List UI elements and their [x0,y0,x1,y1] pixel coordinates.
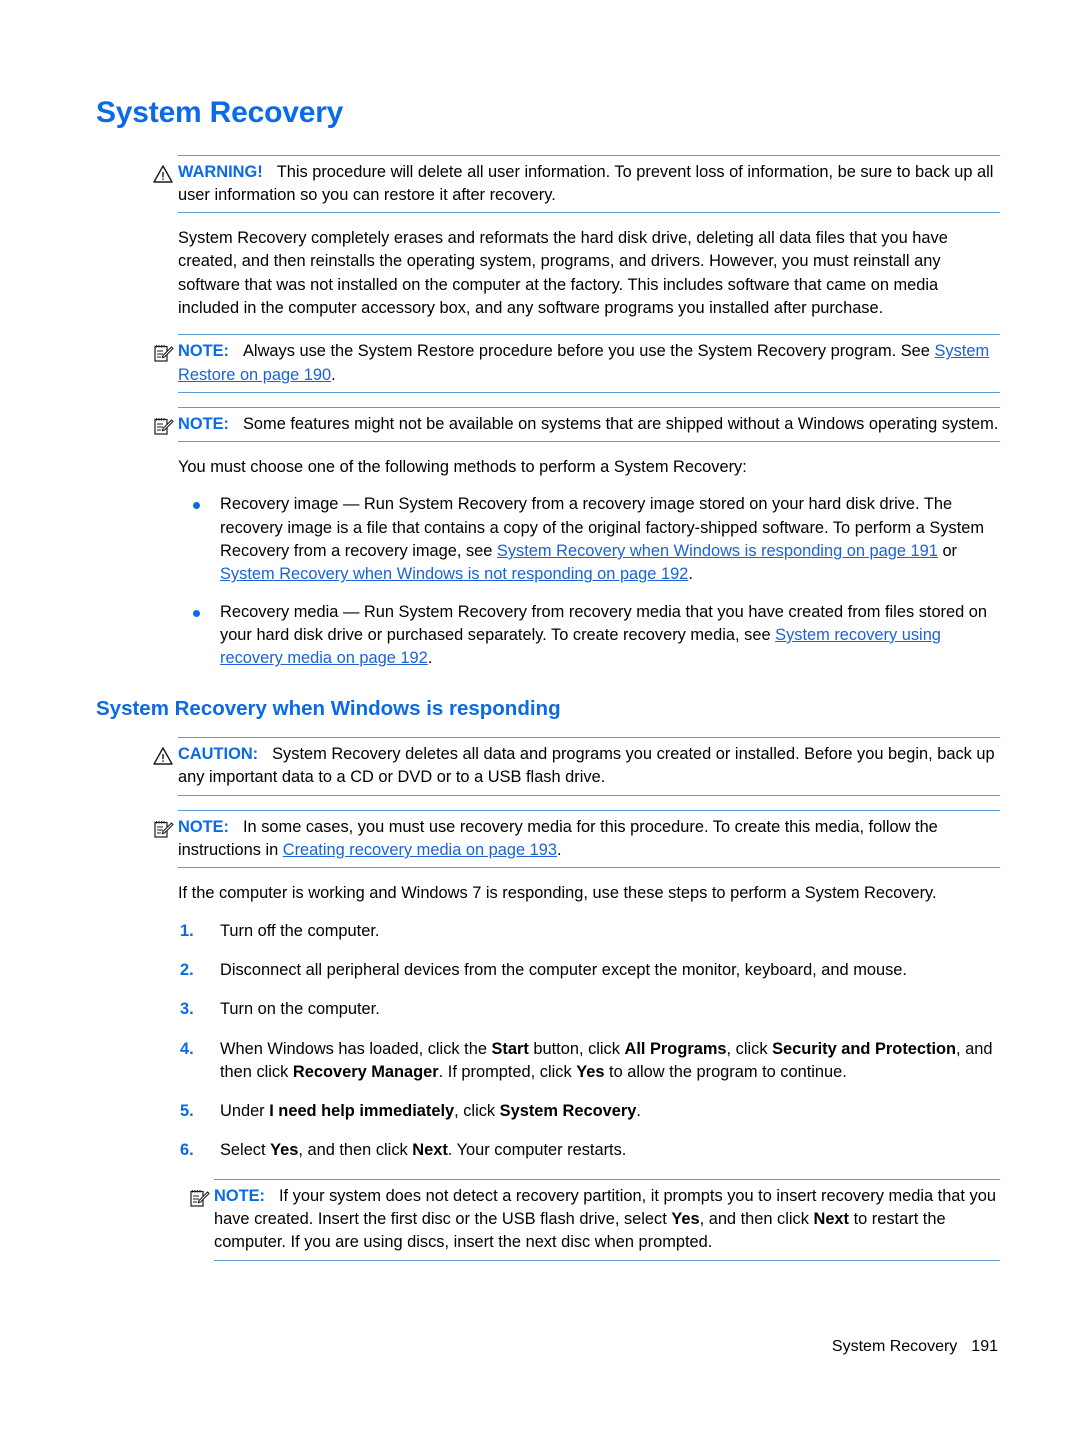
note-pad-icon [188,1187,210,1209]
caution-notice: CAUTION: System Recovery deletes all data… [153,737,1000,796]
note-system-restore: NOTE: Always use the System Restore proce… [154,334,1000,393]
step-bold-next: Next [412,1141,448,1160]
document-page: System Recovery WARNING! This procedure w… [0,0,1080,1437]
footer-title: System Recovery [831,1338,958,1355]
caution-label: CAUTION: [178,745,259,764]
note-label: NOTE: [178,342,229,361]
step-text: , click [726,1039,773,1058]
step-number: 5. [180,1102,194,1121]
warning-notice: WARNING! This procedure will delete all u… [153,154,1000,214]
section-heading: System Recovery when Windows is respondi… [96,696,561,720]
step-text: Turn on the computer. [220,1000,380,1019]
warning-label: WARNING! [178,162,263,181]
note-pad-icon [152,818,174,840]
note-bold-next: Next [813,1210,850,1228]
bullet-dot-icon [193,609,200,617]
bullet-dot-icon [193,502,200,510]
page-content: System Recovery WARNING! This procedure w… [96,96,1000,1275]
note-text-after: . [331,365,336,384]
note-features-body: NOTE: Some features might not be availabl… [178,413,1000,436]
note-pad-icon [152,342,174,364]
note-system-restore-body: NOTE: Always use the System Restore proce… [178,340,1000,387]
step-text: . If prompted, click [438,1062,577,1081]
caution-notice-body: CAUTION: System Recovery deletes all data… [178,743,1000,790]
list-item: 2. Disconnect all peripheral devices fro… [96,959,1000,982]
note-recovery-partition: NOTE: If your system does not detect a re… [190,1178,1000,1261]
methods-list: Recovery image — Run System Recovery fro… [96,493,1000,670]
link-recovery-responding[interactable]: System Recovery when Windows is respondi… [497,542,938,560]
step-text: Under [220,1102,270,1121]
step-text: . Your computer restarts. [447,1141,627,1160]
step-bold-yes: Yes [576,1062,605,1081]
note-recovery-media: NOTE: In some cases, you must use recover… [154,809,1000,869]
list-item: 3. Turn on the computer. [96,998,1000,1021]
caution-text: System Recovery deletes all data and pro… [178,745,995,787]
step-bold-start: Start [491,1039,529,1058]
list-item: Recovery media — Run System Recovery fro… [96,601,1000,671]
note-label: NOTE: [178,414,229,433]
step-text: Select [220,1141,271,1160]
steps-lead-paragraph: If the computer is working and Windows 7… [178,884,937,903]
step-number: 2. [180,960,194,979]
step-text: , click [454,1102,500,1121]
note-label: NOTE: [178,817,229,836]
step-number: 6. [180,1141,194,1160]
list-item: Recovery image — Run System Recovery fro… [96,493,1000,586]
step-text: When Windows has loaded, click the [220,1039,492,1058]
note-recovery-partition-body: NOTE: If your system does not detect a re… [214,1185,1000,1255]
step-text: Turn off the computer. [220,921,380,940]
page-title: System Recovery [96,96,344,129]
list-item: 6. Select Yes, and then click Next. Your… [96,1139,1000,1162]
note-label: NOTE: [214,1186,265,1205]
note-features-text: Some features might not be available on … [243,414,999,433]
step-bold-need-help: I need help immediately [269,1102,455,1121]
step-text: button, click [528,1039,625,1058]
step-bold-all-programs: All Programs [624,1039,727,1058]
list-item: 1. Turn off the computer. [96,920,1000,943]
warning-text: This procedure will delete all user info… [178,162,994,204]
warning-notice-body: WARNING! This procedure will delete all u… [178,161,1000,208]
list-item: 5. Under I need help immediately, click … [96,1100,1000,1123]
note-features: NOTE: Some features might not be availabl… [154,406,1000,443]
step-number: 1. [180,921,194,940]
step-bold-yes: Yes [270,1141,299,1160]
method-text-after: . [688,565,693,584]
method-text-after: . [427,649,433,668]
warning-triangle-icon [152,163,174,185]
note-pad-icon [152,415,174,437]
step-bold-system-recovery: System Recovery [499,1102,637,1121]
step-bold-security-protection: Security and Protection [772,1039,957,1058]
note-recovery-media-body: NOTE: In some cases, you must use recover… [178,816,1000,863]
step-number: 4. [180,1039,194,1058]
step-bold-recovery-manager: Recovery Manager [292,1062,439,1081]
step-number: 3. [180,1000,194,1019]
footer-page-number: 191 [971,1338,998,1355]
page-footer: System Recovery 191 [96,1338,998,1356]
step-text: to allow the program to continue. [604,1062,847,1081]
step-text: Disconnect all peripheral devices from t… [220,960,907,979]
link-recovery-not-responding[interactable]: System Recovery when Windows is not resp… [220,565,688,583]
warning-triangle-icon [152,745,174,767]
note-bold-yes: Yes [671,1210,700,1228]
method-between: or [937,542,958,561]
step-text: . [636,1102,641,1121]
note-text-before: Always use the System Restore procedure … [243,342,935,361]
intro-paragraph: System Recovery completely erases and re… [178,229,948,317]
methods-lead-paragraph: You must choose one of the following met… [178,458,747,477]
step-text: , and then click [298,1141,413,1160]
steps-list: 1. Turn off the computer. 2. Disconnect … [96,920,1000,1163]
list-item: 4. When Windows has loaded, click the St… [96,1038,1000,1085]
note-partition-text: , and then click [699,1210,814,1228]
link-creating-recovery-media[interactable]: Creating recovery media on page 193 [283,841,557,859]
note-media-text-after: . [557,841,562,860]
